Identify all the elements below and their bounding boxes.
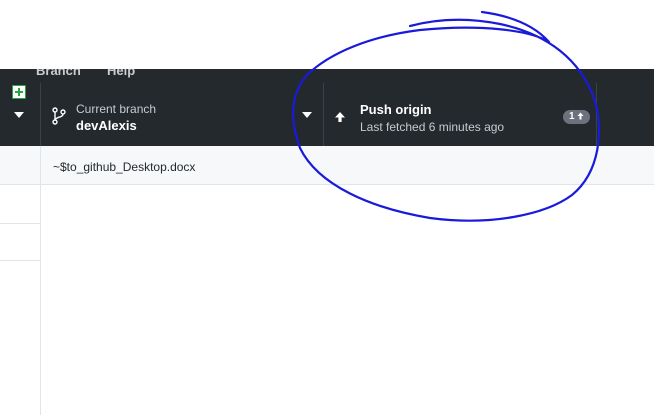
push-origin-button[interactable]: Push origin Last fetched 6 minutes ago 1 xyxy=(324,83,596,146)
file-added-icon xyxy=(12,85,26,99)
diff-file-header: ~$to_github_Desktop.docx xyxy=(41,146,654,185)
current-branch-name: devAlexis xyxy=(76,118,137,133)
menu-bar: Branch Help xyxy=(0,69,654,83)
commits-ahead-badge: 1 xyxy=(563,110,591,124)
changed-file-row[interactable] xyxy=(0,223,40,261)
arrow-up-icon xyxy=(577,112,584,120)
menu-branch[interactable]: Branch xyxy=(36,69,81,78)
changes-sidebar xyxy=(0,146,41,415)
changes-header xyxy=(0,146,40,185)
current-branch-button[interactable]: Current branch devAlexis xyxy=(40,83,323,146)
push-origin-title: Push origin xyxy=(360,102,432,117)
file-path: ~$to_github_Desktop.docx xyxy=(53,160,196,174)
menu-help[interactable]: Help xyxy=(107,69,135,78)
git-branch-icon xyxy=(52,107,66,125)
annotation-circle xyxy=(292,10,600,222)
branch-dropdown-icon[interactable] xyxy=(302,112,312,118)
last-fetched-text: Last fetched 6 minutes ago xyxy=(360,120,505,134)
commits-ahead-count: 1 xyxy=(569,111,575,122)
current-branch-label: Current branch xyxy=(76,102,157,116)
app-window: Branch Help Current branch devAlexis Pus… xyxy=(0,0,654,415)
toolbar-divider xyxy=(596,83,597,146)
toolbar: Current branch devAlexis Push origin Las… xyxy=(0,83,654,146)
arrow-up-icon xyxy=(335,112,345,122)
repository-dropdown-icon[interactable] xyxy=(14,112,24,118)
